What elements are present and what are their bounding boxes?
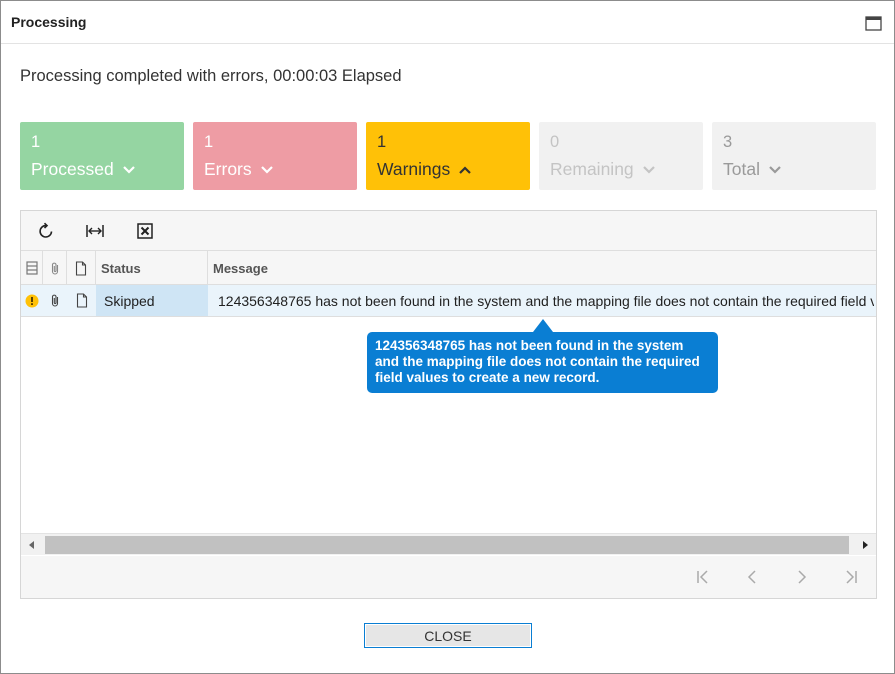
warnings-label: Warnings [377, 159, 451, 179]
processing-dialog: Processing Processing completed with err… [0, 0, 895, 674]
grid-header: Status Message [21, 251, 876, 285]
warnings-count: 1 [377, 133, 387, 151]
export-excel-icon[interactable] [135, 221, 155, 241]
remaining-count: 0 [550, 133, 560, 151]
scroll-right-icon[interactable] [854, 534, 876, 556]
message-cell[interactable]: 124356348765 has not been found in the s… [208, 285, 874, 316]
dialog-titlebar: Processing [1, 1, 894, 44]
message-tooltip: 124356348765 has not been found in the s… [367, 332, 718, 393]
next-page-icon[interactable] [792, 567, 812, 587]
first-page-icon[interactable] [693, 567, 713, 587]
previous-page-icon[interactable] [742, 567, 762, 587]
processed-count: 1 [31, 133, 41, 151]
chevron-down-icon [769, 165, 781, 174]
processing-summary: Processing completed with errors, 00:00:… [20, 67, 402, 85]
total-count: 3 [723, 133, 733, 151]
attachment-icon[interactable] [43, 285, 67, 316]
tile-processed[interactable]: 1 Processed [20, 122, 184, 190]
warning-icon [21, 285, 43, 316]
refresh-icon[interactable] [36, 221, 56, 241]
status-cell[interactable]: Skipped [96, 285, 208, 316]
chevron-down-icon [260, 165, 273, 174]
results-grid: Status Message Skipped 124356348765 has … [20, 210, 877, 599]
horizontal-scrollbar[interactable] [21, 533, 876, 555]
row-selector-icon[interactable] [21, 251, 43, 285]
table-row[interactable]: Skipped 124356348765 has not been found … [21, 285, 876, 317]
column-header-status[interactable]: Status [96, 251, 208, 285]
dialog-title: Processing [11, 14, 87, 30]
tile-remaining[interactable]: 0 Remaining [539, 122, 703, 190]
tooltip-arrow [533, 319, 553, 332]
grid-pager [21, 556, 876, 598]
errors-label: Errors [204, 159, 252, 179]
file-icon [67, 251, 96, 285]
tile-warnings[interactable]: 1 Warnings [366, 122, 530, 190]
attachment-icon [43, 251, 67, 285]
remaining-label: Remaining [550, 159, 634, 179]
scrollbar-thumb[interactable] [45, 536, 849, 554]
tile-total[interactable]: 3 Total [712, 122, 876, 190]
column-header-message[interactable]: Message [208, 251, 876, 285]
errors-count: 1 [204, 133, 214, 151]
close-button[interactable]: CLOSE [364, 623, 532, 648]
maximize-icon[interactable] [865, 15, 882, 32]
chevron-up-icon [459, 165, 472, 174]
chevron-down-icon [642, 165, 655, 174]
last-page-icon[interactable] [841, 567, 861, 587]
grid-toolbar [21, 211, 876, 251]
file-icon[interactable] [67, 285, 96, 316]
fit-columns-icon[interactable] [85, 221, 105, 241]
processed-label: Processed [31, 159, 114, 179]
total-label: Total [723, 159, 760, 179]
chevron-down-icon [122, 165, 135, 174]
scroll-left-icon[interactable] [21, 534, 43, 556]
tile-errors[interactable]: 1 Errors [193, 122, 357, 190]
